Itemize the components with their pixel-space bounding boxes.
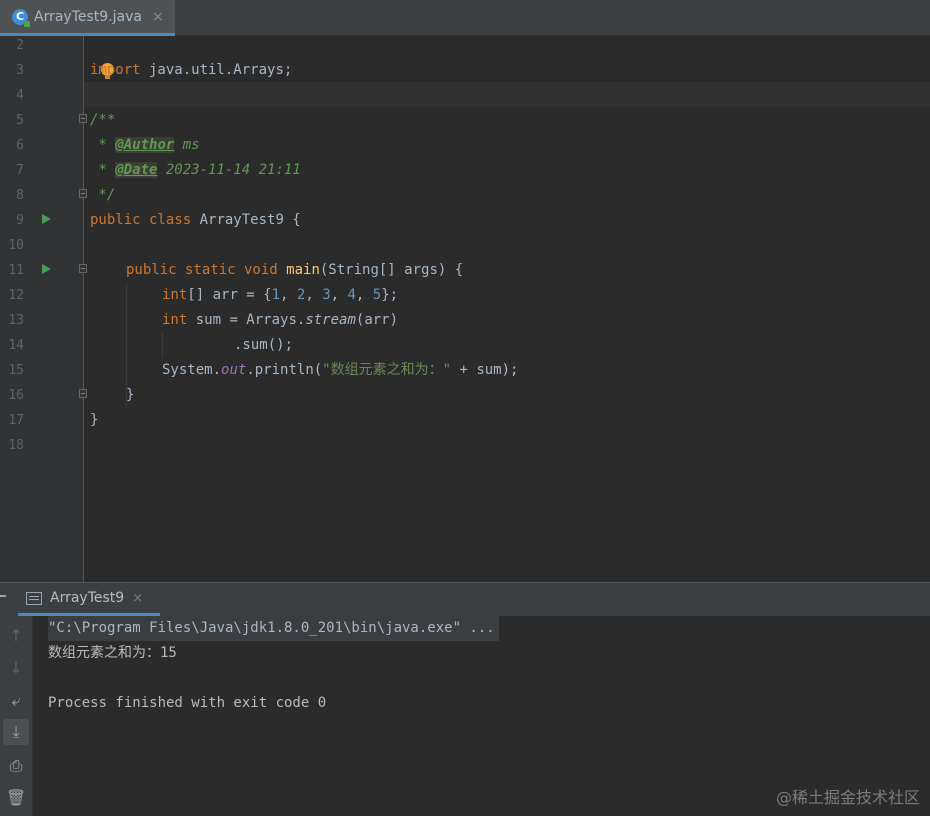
code-line-6: * @Author ms: [90, 137, 200, 153]
line-number: 16: [8, 388, 24, 403]
tab-arraytest9-java[interactable]: C ArrayTest9.java ×: [0, 0, 175, 36]
watermark: @稀土掘金技术社区: [775, 788, 920, 807]
fold-marker-icon[interactable]: [79, 389, 87, 398]
minimize-icon[interactable]: [0, 595, 6, 597]
line-number: 15: [8, 363, 24, 378]
run-tab-label: ArrayTest9: [50, 590, 125, 606]
line-number: 10: [8, 238, 24, 253]
console-icon: [26, 591, 42, 605]
line-number: 12: [8, 288, 24, 303]
code-line-17: }: [90, 412, 99, 428]
line-number: 5: [16, 113, 24, 128]
code-line-8: */: [90, 187, 116, 203]
indent-guide: [162, 333, 163, 358]
up-arrow-icon[interactable]: ↑: [3, 622, 29, 648]
code-line-16: }: [126, 387, 135, 403]
run-tab-arraytest9[interactable]: ArrayTest9 ×: [18, 583, 160, 616]
console-output-line: 数组元素之和为：15: [48, 645, 177, 661]
console-side-toolbar: ↑ ↓ ⤶ ⤓ ⎙ 🗑: [0, 616, 33, 816]
editor-tab-bar: C ArrayTest9.java ×: [0, 0, 930, 36]
close-icon[interactable]: ×: [152, 9, 164, 25]
print-icon[interactable]: ⎙: [3, 753, 29, 779]
scroll-to-end-icon[interactable]: ⤓: [3, 719, 29, 745]
code-line-15: System.out.println("数组元素之和为：" + sum);: [162, 362, 519, 378]
down-arrow-icon[interactable]: ↓: [3, 654, 29, 680]
fold-marker-icon[interactable]: [79, 114, 87, 123]
line-number: 11: [8, 263, 24, 278]
fold-marker-icon[interactable]: [79, 189, 87, 198]
code-line-14: .sum();: [234, 337, 294, 353]
code-line-3: import java.util.Arrays;: [90, 62, 293, 78]
soft-wrap-icon[interactable]: ⤶: [3, 688, 29, 714]
code-line-12: int[] arr = {1, 2, 3, 4, 5};: [162, 287, 399, 303]
line-number: 13: [8, 313, 24, 328]
current-line-highlight: [84, 82, 930, 107]
console-exit-line: Process finished with exit code 0: [48, 695, 327, 711]
code-line-7: * @Date 2023-11-14 21:11: [90, 162, 301, 178]
run-tool-window-header: ArrayTest9 ×: [0, 582, 930, 616]
code-line-9: public class ArrayTest9 {: [90, 212, 301, 228]
trash-icon[interactable]: 🗑: [3, 784, 29, 810]
close-icon[interactable]: ×: [132, 591, 143, 606]
console-command-line: "C:\Program Files\Java\jdk1.8.0_201\bin\…: [48, 616, 499, 641]
line-number: 8: [16, 188, 24, 203]
run-console[interactable]: ↑ ↓ ⤶ ⤓ ⎙ 🗑 "C:\Program Files\Java\jdk1.…: [0, 616, 930, 816]
code-line-13: int sum = Arrays.stream(arr): [162, 312, 399, 328]
java-class-icon: C: [12, 8, 30, 27]
code-line-5: /**: [90, 112, 116, 128]
tab-label: ArrayTest9.java: [34, 8, 142, 25]
run-class-icon[interactable]: [42, 214, 51, 224]
line-number: 9: [16, 213, 24, 228]
line-gutter: 2 3 4 5 6 7 8 9 10 11 12 13 14 15 16 17 …: [0, 36, 87, 582]
fold-marker-icon[interactable]: [79, 264, 87, 273]
line-number: 7: [16, 163, 24, 178]
code-line-11: public static void main(String[] args) {: [126, 262, 464, 278]
line-number: 17: [8, 413, 24, 428]
code-editor[interactable]: 2 3 4 5 6 7 8 9 10 11 12 13 14 15 16 17 …: [0, 36, 930, 582]
line-number: 14: [8, 338, 24, 353]
line-number: 4: [16, 88, 24, 103]
line-number: 3: [16, 63, 24, 78]
line-number: 18: [8, 438, 24, 453]
run-main-icon[interactable]: [42, 264, 51, 274]
line-number: 2: [16, 38, 24, 53]
line-number: 6: [16, 138, 24, 153]
